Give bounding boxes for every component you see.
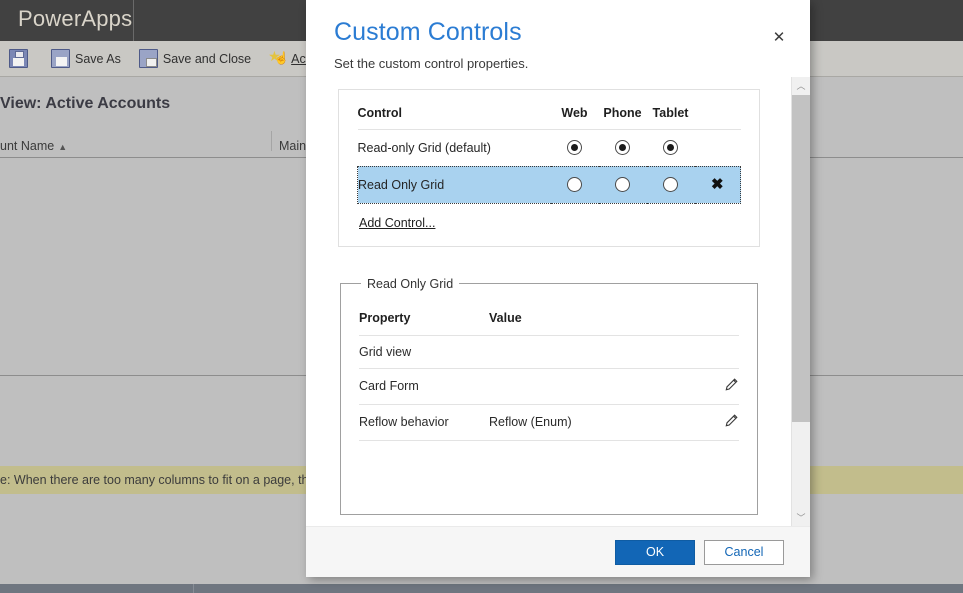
controls-table: Control Web Phone Tablet Read-only Grid … <box>357 105 741 204</box>
radio-web-read-only-grid[interactable] <box>567 177 582 193</box>
status-bar <box>0 584 963 593</box>
controls-header-web: Web <box>550 105 599 130</box>
delete-control-icon[interactable]: ✖ <box>711 176 724 193</box>
dialog-scroll-content: Control Web Phone Tablet Read-only Grid … <box>306 77 788 526</box>
dialog-scrollbar[interactable]: ︿ ﹀ <box>791 76 810 526</box>
app-brand-label: PowerApps <box>18 6 133 31</box>
properties-header-property: Property <box>359 310 489 336</box>
dialog-header: Custom Controls Set the custom control p… <box>306 0 810 77</box>
add-control-link[interactable]: Add Control... <box>359 216 435 230</box>
close-icon[interactable]: ✕ <box>768 26 790 48</box>
controls-panel: Control Web Phone Tablet Read-only Grid … <box>338 88 760 247</box>
table-row[interactable]: Card Form <box>359 368 739 405</box>
controls-header-phone: Phone <box>598 105 647 130</box>
ok-button[interactable]: OK <box>615 539 695 565</box>
property-name: Reflow behavior <box>359 404 489 441</box>
save-as-button[interactable]: Save As <box>42 46 130 72</box>
control-row-tablet-cell[interactable] <box>647 129 695 166</box>
pencil-edit-icon[interactable] <box>723 413 739 429</box>
control-row-delete-cell <box>695 129 741 166</box>
control-row-name: Read Only Grid <box>357 165 551 204</box>
radio-tablet-read-only-grid[interactable] <box>663 177 678 193</box>
grid-column-account-name[interactable]: unt Name ▲ <box>0 139 67 153</box>
table-row[interactable]: Grid view <box>359 335 739 369</box>
sort-ascending-icon: ▲ <box>58 142 68 152</box>
property-value <box>489 368 699 405</box>
radio-phone-read-only-grid[interactable] <box>615 177 630 193</box>
notice-bar-text: e: When there are too many columns to fi… <box>0 473 357 487</box>
properties-header-value: Value <box>489 310 699 336</box>
custom-controls-dialog: Custom Controls Set the custom control p… <box>306 0 810 577</box>
cancel-button[interactable]: Cancel <box>704 539 784 565</box>
properties-header-edit <box>699 310 739 336</box>
status-bar-separator <box>193 584 194 593</box>
control-row-web-cell[interactable] <box>551 129 599 166</box>
save-and-close-icon <box>138 49 158 68</box>
table-row[interactable]: Reflow behavior Reflow (Enum) <box>359 404 739 441</box>
property-edit-cell <box>699 335 739 369</box>
property-value: Reflow (Enum) <box>489 404 699 441</box>
control-row-tablet-cell[interactable] <box>646 165 695 204</box>
properties-table: Property Value Grid view Card Form Reflo… <box>359 310 739 441</box>
control-properties-panel: Read Only Grid Property Value Grid view <box>340 276 758 515</box>
controls-header-tablet: Tablet <box>646 105 695 130</box>
property-name: Card Form <box>359 368 489 405</box>
pencil-edit-icon[interactable] <box>723 377 739 393</box>
dialog-footer: OK Cancel <box>306 526 810 577</box>
control-row-delete-cell[interactable]: ✖ <box>694 165 741 204</box>
radio-phone-readonly-grid-default[interactable] <box>615 140 630 156</box>
property-edit-cell[interactable] <box>699 368 739 405</box>
column-separator <box>271 131 272 151</box>
control-row-name: Read-only Grid (default) <box>357 140 491 155</box>
save-and-close-label: Save and Close <box>162 51 252 66</box>
page-title: View: Active Accounts <box>0 95 171 112</box>
dialog-title: Custom Controls <box>334 18 522 46</box>
scrollbar-thumb[interactable] <box>792 94 810 422</box>
radio-tablet-readonly-grid-default[interactable] <box>663 140 678 156</box>
save-icon <box>9 49 28 68</box>
property-edit-cell[interactable] <box>699 404 739 441</box>
grid-column-main[interactable]: Main <box>279 139 306 153</box>
grid-column-main-label: Main <box>279 139 307 153</box>
controls-header-control: Control <box>357 105 551 130</box>
radio-web-readonly-grid-default[interactable] <box>567 140 582 156</box>
controls-header-actions <box>694 105 741 130</box>
scroll-up-icon[interactable]: ︿ <box>792 76 810 95</box>
scroll-down-icon[interactable]: ﹀ <box>792 508 810 526</box>
control-row-phone-cell[interactable] <box>598 165 647 204</box>
control-row-web-cell[interactable] <box>550 165 599 204</box>
actions-star-icon <box>268 48 289 67</box>
save-and-close-button[interactable]: Save and Close <box>130 46 260 72</box>
control-properties-legend: Read Only Grid <box>367 276 454 291</box>
save-as-label: Save As <box>75 51 121 66</box>
save-button[interactable] <box>0 46 42 72</box>
title-bar-divider <box>133 0 134 41</box>
table-row[interactable]: Read-only Grid (default) <box>358 129 741 166</box>
controls-table-header-row: Control Web Phone Tablet <box>357 105 741 130</box>
properties-header-row: Property Value <box>359 310 739 336</box>
dialog-subtitle: Set the custom control properties. <box>334 55 529 71</box>
grid-column-account-name-label: unt Name <box>0 139 55 153</box>
table-row[interactable]: Read Only Grid ✖ <box>357 165 741 204</box>
property-value <box>489 335 699 369</box>
dialog-body: Control Web Phone Tablet Read-only Grid … <box>306 76 810 526</box>
save-as-icon <box>51 49 70 68</box>
control-row-phone-cell[interactable] <box>599 129 647 166</box>
property-name: Grid view <box>359 335 489 369</box>
